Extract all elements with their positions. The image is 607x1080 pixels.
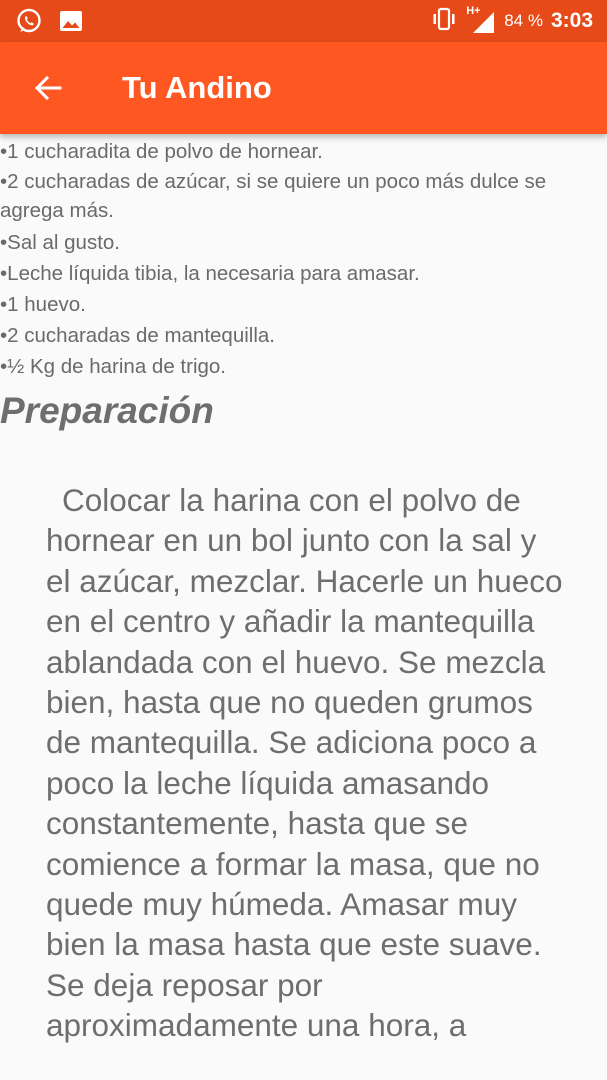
list-item: •2 cucharadas de mantequilla. — [0, 324, 275, 347]
recipe-content[interactable]: •1 cucharadita de polvo de hornear. •2 c… — [0, 134, 607, 1080]
image-icon — [58, 8, 84, 34]
arrow-back-icon — [34, 75, 62, 101]
list-item: •Leche líquida tibia, la necesaria para … — [0, 262, 420, 285]
list-item: •2 cucharadas de azúcar, si se quiere un… — [0, 170, 547, 222]
signal-icon: H+ — [466, 5, 496, 34]
app-title: Tu Andino — [122, 70, 272, 105]
preparation-text: Colocar la harina con el polvo de hornea… — [46, 482, 563, 1044]
battery-percent: 84 % — [504, 11, 543, 30]
ingredients-list: •1 cucharadita de polvo de hornear. •2 c… — [0, 136, 607, 382]
list-item: •1 cucharadita de polvo de hornear. — [0, 140, 323, 163]
status-bar: H+ 84 % 3:03 — [0, 0, 607, 42]
app-bar: Tu Andino — [0, 42, 607, 134]
list-item: •½ Kg de harina de trigo. — [0, 355, 226, 378]
clock: 3:03 — [550, 9, 593, 32]
vibrate-icon — [430, 7, 458, 36]
back-button[interactable] — [24, 64, 72, 112]
list-item: •1 huevo. — [0, 293, 86, 316]
list-item: •Sal al gusto. — [0, 231, 120, 254]
preparation-heading: Preparación — [0, 390, 214, 431]
whatsapp-icon — [16, 8, 42, 34]
